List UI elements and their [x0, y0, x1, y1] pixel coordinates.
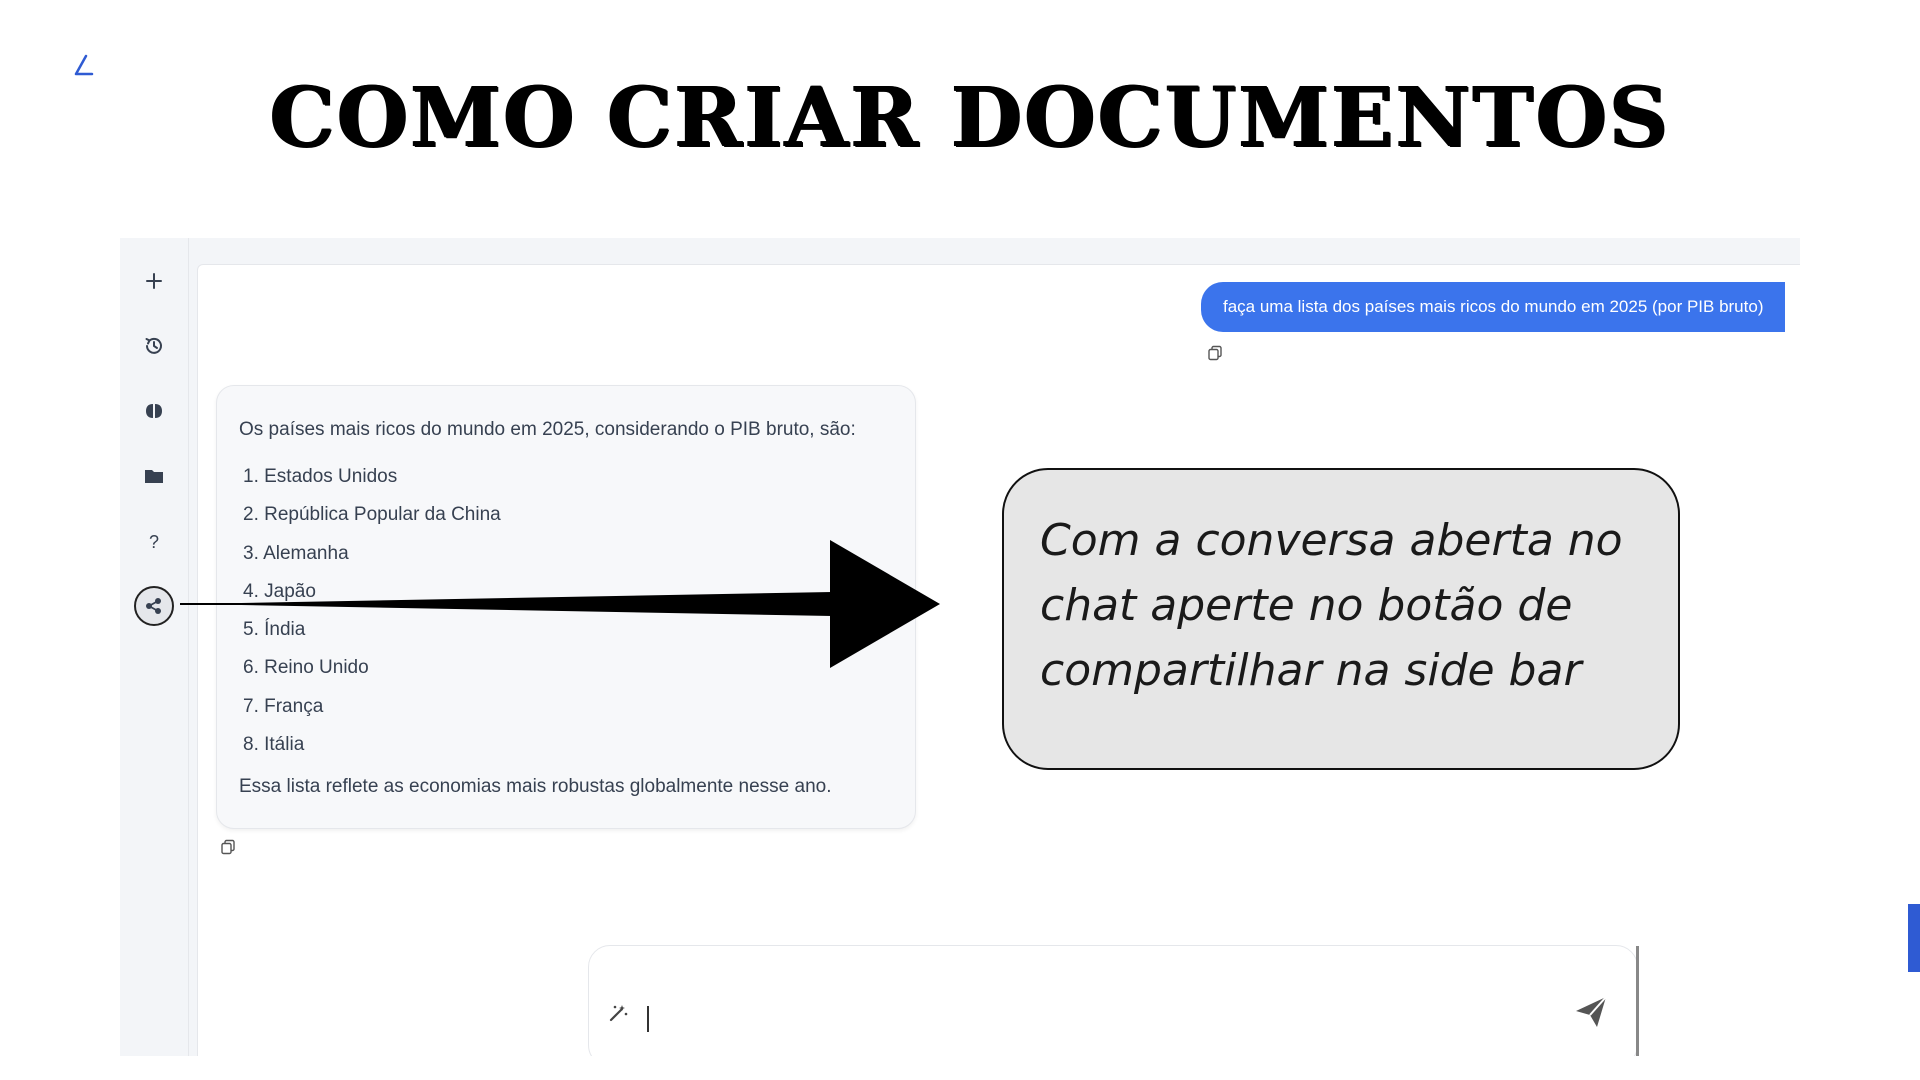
list-item: 4. Japão	[243, 580, 316, 602]
country-list: 1. Estados Unidos 2. República Popular d…	[243, 462, 501, 768]
list-item: 5. Índia	[243, 619, 306, 641]
list-item: 8. Itália	[243, 734, 305, 756]
assistant-intro: Os países mais ricos do mundo em 2025, c…	[239, 419, 856, 440]
list-item: 3. Alemanha	[243, 542, 349, 564]
accent-bar	[1908, 904, 1920, 972]
copy-icon[interactable]	[220, 839, 236, 855]
list-item: 2. República Popular da China	[243, 504, 501, 526]
history-button[interactable]	[134, 326, 174, 366]
copy-icon[interactable]	[1207, 345, 1223, 361]
slide-title: COMO CRIAR DOCUMENTOS	[269, 70, 1671, 166]
brain-icon	[146, 404, 162, 418]
brain-button[interactable]	[134, 391, 174, 431]
folder-icon	[145, 470, 163, 483]
sidebar: ?	[120, 238, 189, 1056]
share-button[interactable]	[134, 586, 174, 626]
list-item: 1. Estados Unidos	[243, 466, 398, 487]
folder-button[interactable]	[134, 456, 174, 496]
magic-wand-icon[interactable]	[607, 1002, 629, 1024]
help-icon: ?	[149, 532, 159, 552]
help-button[interactable]: ?	[134, 522, 174, 562]
list-item: 7. França	[243, 695, 324, 717]
history-icon	[145, 337, 162, 354]
list-item: 6. Reino Unido	[243, 657, 369, 679]
share-icon	[146, 598, 161, 614]
new-chat-button[interactable]	[134, 261, 174, 301]
svg-text:?: ?	[149, 532, 159, 552]
plus-icon	[146, 273, 162, 289]
assistant-message: Os países mais ricos do mundo em 2025, c…	[216, 385, 916, 829]
instruction-callout: Com a conversa aberta no chat aperte no …	[1002, 468, 1680, 770]
assistant-outro: Essa lista reflete as economias mais rob…	[239, 776, 832, 797]
user-message: faça uma lista dos países mais ricos do …	[1201, 282, 1786, 332]
composer-scrollbar	[1636, 946, 1639, 1056]
send-icon[interactable]	[1573, 994, 1609, 1030]
text-cursor	[647, 1006, 649, 1032]
message-composer[interactable]	[588, 945, 1639, 1056]
